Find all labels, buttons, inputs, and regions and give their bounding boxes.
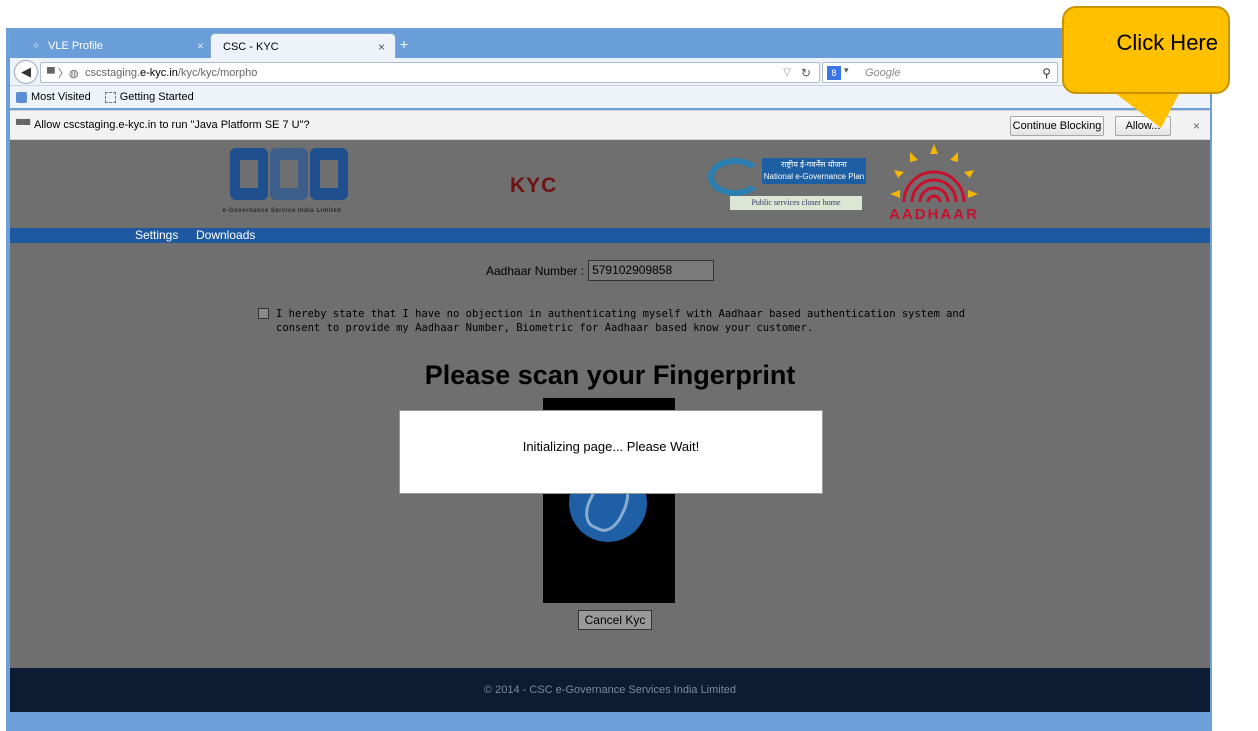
tab-csc-kyc[interactable]: CSC - KYC × (210, 33, 396, 59)
negp-logo: राष्ट्रीय ई-गवर्नेंस योजना National e-Go… (708, 154, 868, 212)
callout-label: Click Here (1062, 6, 1230, 94)
dropdown-arrow-icon[interactable]: ▽ (783, 67, 791, 78)
loading-modal: Initializing page... Please Wait! (399, 410, 823, 494)
arrow-left-icon: ◀ (21, 64, 31, 79)
url-path: /kyc/kyc/morpho (177, 66, 258, 79)
bookmark-most-visited[interactable]: Most Visited (16, 91, 91, 103)
aadhaar-number-label: Aadhaar Number : (486, 263, 585, 278)
aadhaar-number-row: Aadhaar Number : 579102909858 (486, 260, 715, 281)
tab-close-icon[interactable]: × (378, 40, 385, 54)
aadhaar-number-input[interactable]: 579102909858 (588, 260, 715, 281)
notification-message: Allow cscstaging.e-kyc.in to run "Java P… (34, 119, 310, 131)
search-engine-icon[interactable]: 8 (827, 66, 841, 80)
search-placeholder: Google (865, 66, 901, 79)
bookmark-icon (104, 91, 116, 103)
tab-label: VLE Profile (48, 40, 104, 52)
profile-favicon-icon: ✧ (32, 40, 41, 52)
site-header: e-Governance Service India Limited KYC र… (10, 140, 1210, 228)
url-bar[interactable]: ▀ 〉◍ cscstaging. e-kyc.in/kyc/kyc/morpho … (40, 62, 820, 83)
aadhaar-logo: AADHAAR (878, 144, 990, 228)
nav-downloads[interactable]: Downloads (196, 228, 255, 243)
aadhaar-wordmark: AADHAAR (889, 206, 979, 223)
aadhaar-sun-icon (890, 144, 978, 203)
click-here-callout: Click Here (1062, 6, 1230, 128)
site-nav: Settings Downloads (10, 228, 1210, 243)
continue-blocking-button[interactable]: Continue Blocking (1010, 116, 1104, 136)
scan-title: Please scan your Fingerprint (424, 360, 796, 390)
bookmark-getting-started[interactable]: Getting Started (104, 91, 194, 103)
tab-close-icon[interactable]: × (197, 39, 204, 53)
tab-label: CSC - KYC (223, 40, 279, 53)
search-icon[interactable]: ⚲ (1042, 66, 1051, 80)
url-host: e-kyc.in (140, 66, 178, 79)
csc-letters (230, 148, 348, 200)
negp-hindi: राष्ट्रीय ई-गवर्नेंस योजना (781, 160, 847, 169)
plugin-notification-bar: ▀▀ Allow cscstaging.e-kyc.in to run "Jav… (10, 110, 1210, 140)
nav-settings[interactable]: Settings (135, 228, 178, 243)
csc-logo: e-Governance Service India Limited (192, 146, 372, 226)
url-host-prefix: cscstaging. (85, 66, 141, 79)
consent-checkbox[interactable] (258, 308, 269, 319)
cancel-kyc-button[interactable]: Cancel Kyc (578, 610, 652, 630)
negp-subtitle: Public services closer home (730, 196, 862, 210)
bookmark-label: Most Visited (31, 91, 91, 103)
kyc-title: KYC (510, 174, 558, 197)
csc-tagline: e-Governance Service India Limited (222, 208, 342, 214)
tab-strip: ✧ VLE Profile × CSC - KYC × + (10, 30, 1210, 59)
globe-icon: ▀ 〉◍ (47, 68, 79, 80)
negp-e-icon (708, 158, 762, 196)
csc-letter-s (270, 148, 308, 200)
bookmark-label: Getting Started (119, 91, 194, 103)
consent-row: I hereby state that I have no objection … (258, 307, 978, 335)
csc-letter-c2 (310, 148, 348, 200)
csc-letter-c (230, 148, 268, 200)
negp-text: राष्ट्रीय ई-गवर्नेंस योजना National e-Go… (762, 158, 866, 184)
background-gap (1212, 0, 1258, 731)
negp-english: National e-Governance Plan (763, 172, 865, 181)
consent-text: I hereby state that I have no objection … (276, 308, 966, 334)
tab-vle-profile[interactable]: ✧ VLE Profile × (24, 33, 214, 59)
back-button[interactable]: ◀ (14, 60, 38, 84)
site-footer: © 2014 - CSC e-Governance Services India… (10, 668, 1210, 712)
search-bar[interactable]: 8 ▾ Google ⚲ (822, 62, 1058, 83)
bookmarks-bar: Most Visited Getting Started (10, 86, 1210, 108)
plugin-icon: ▀▀ (16, 120, 31, 131)
new-tab-button[interactable]: + (400, 36, 408, 52)
chevron-down-icon[interactable]: ▾ (844, 65, 849, 76)
reload-icon[interactable]: ↻ (801, 66, 811, 80)
most-visited-icon (16, 91, 27, 103)
nav-toolbar: ◀ ▀ 〉◍ cscstaging. e-kyc.in/kyc/kyc/morph… (10, 58, 1210, 86)
